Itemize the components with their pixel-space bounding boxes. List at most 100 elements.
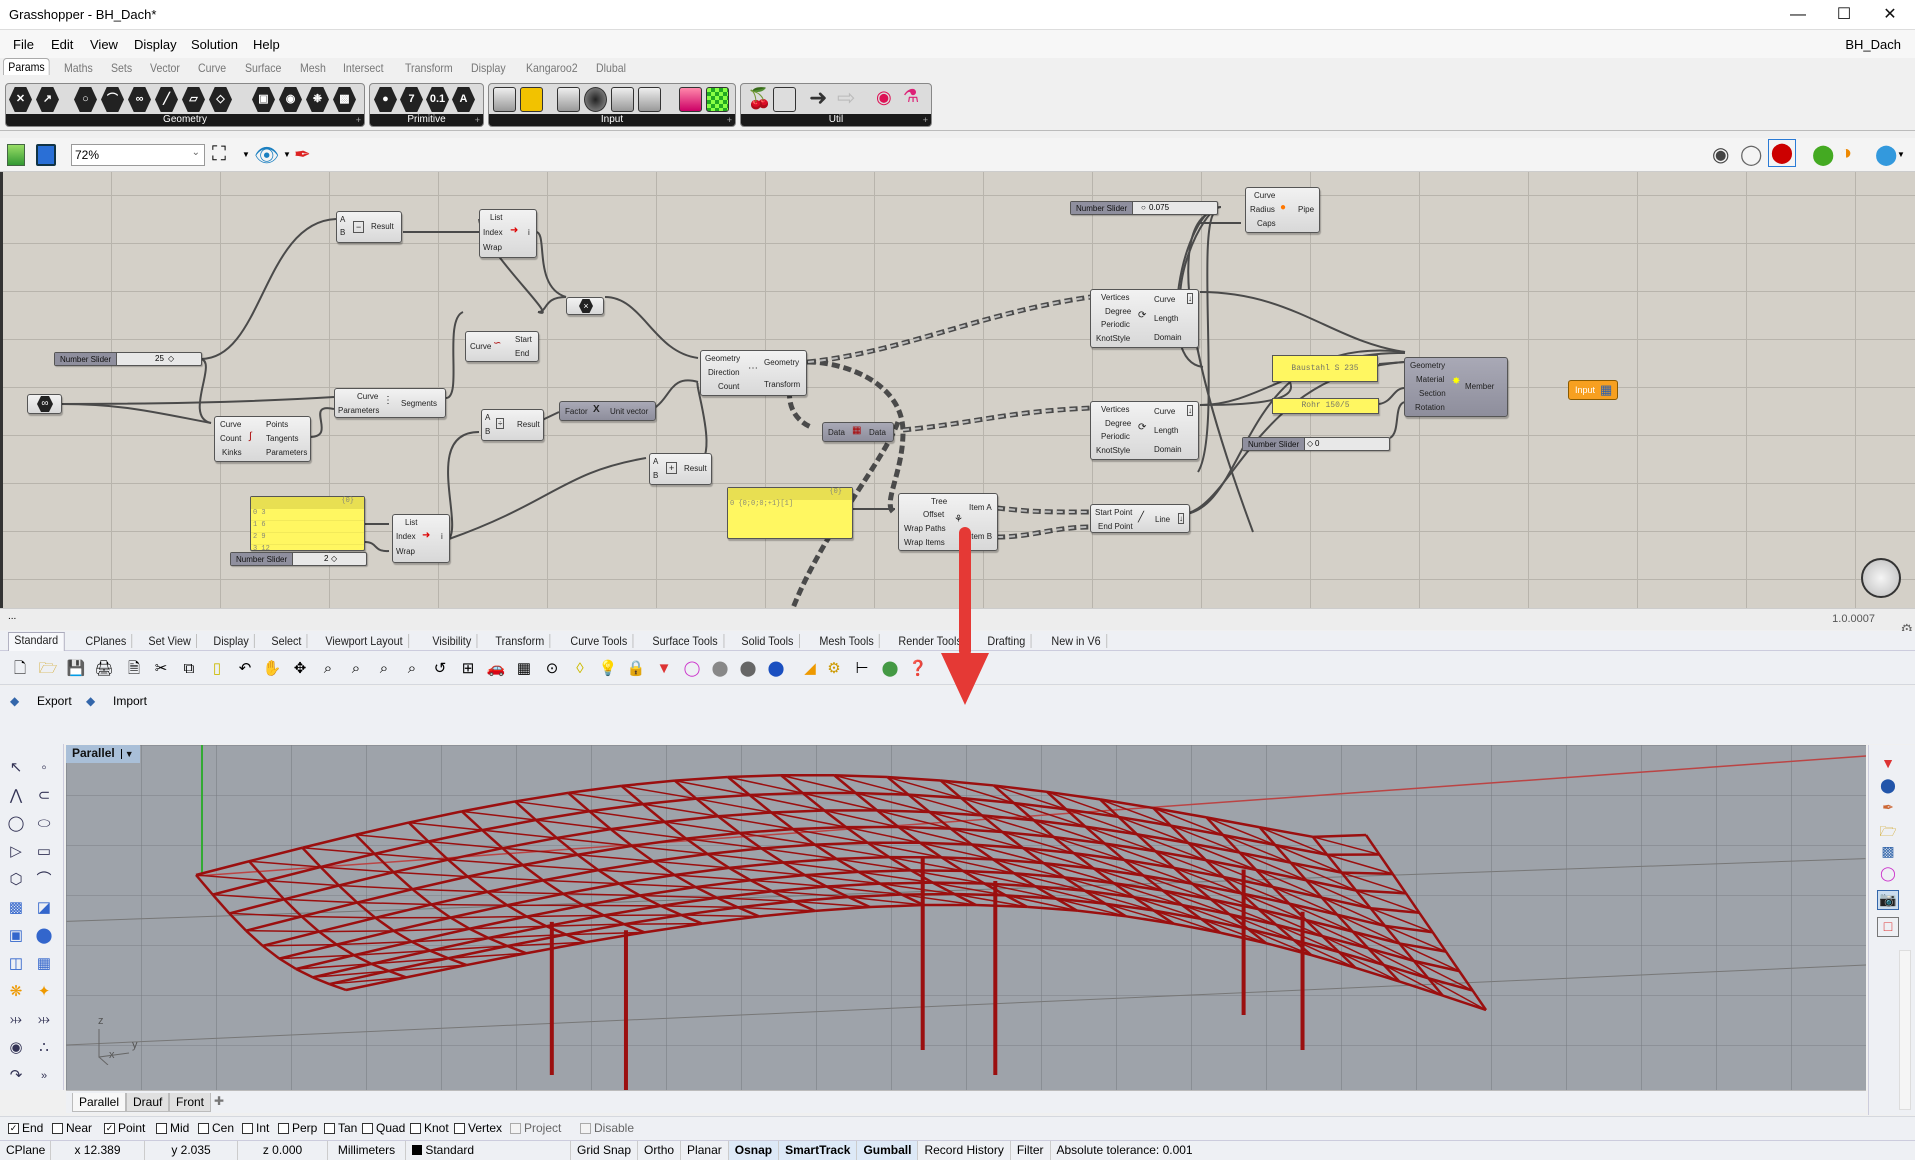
paste-icon[interactable]: ▯: [207, 659, 227, 679]
circle-icon[interactable]: ○: [74, 87, 97, 112]
osnap-end[interactable]: ✓ End: [8, 1121, 43, 1135]
import-icon[interactable]: ◆: [86, 694, 95, 708]
box-icon[interactable]: ▣: [252, 87, 275, 112]
gear-icon[interactable]: ⚙: [824, 659, 844, 679]
toggle-ortho[interactable]: Ortho: [638, 1141, 682, 1160]
rectangle-icon[interactable]: ◇: [209, 87, 232, 112]
tab-surface[interactable]: Surface: [245, 61, 281, 75]
unit-vector-component[interactable]: Factor X Unit vector: [559, 401, 656, 421]
zoom-selected-icon[interactable]: ⌕: [402, 659, 422, 679]
save-file-icon[interactable]: [36, 144, 56, 166]
rhino-tab-curve-tools[interactable]: Curve Tools: [565, 634, 634, 648]
sphere-gray-icon[interactable]: ⬤: [710, 659, 730, 679]
layer-icon[interactable]: ▼: [654, 659, 674, 679]
chevron-down-icon[interactable]: ▼: [1897, 150, 1905, 159]
toggle-record-history[interactable]: Record History: [918, 1141, 1011, 1160]
arc-icon[interactable]: ▷: [4, 840, 28, 864]
rhino-tab-transform[interactable]: Transform: [490, 634, 551, 648]
slider-grip[interactable]: ◇: [168, 354, 174, 363]
checkbox[interactable]: [242, 1122, 253, 1134]
panel-scrollbar[interactable]: [1899, 950, 1911, 1110]
number-icon[interactable]: 0.1: [426, 87, 449, 112]
more-tools-icon[interactable]: »: [32, 1064, 56, 1088]
dlubal-input-component[interactable]: Input ▦: [1568, 380, 1618, 400]
menu-solution[interactable]: Solution: [191, 37, 238, 52]
geometry-icon[interactable]: ✕: [9, 87, 32, 112]
panel-material[interactable]: Baustahl S 235: [1272, 355, 1378, 382]
preview-color-icon[interactable]: ◑: [1840, 142, 1852, 165]
libraries-icon[interactable]: ✒: [1877, 799, 1899, 819]
circle-snap-icon[interactable]: ⊙: [542, 659, 562, 679]
checkbox[interactable]: [454, 1122, 465, 1134]
graph-icon[interactable]: [520, 87, 543, 112]
osnap-perp[interactable]: Perp: [278, 1121, 317, 1135]
checkbox[interactable]: ✓: [8, 1122, 19, 1134]
linear-array-component[interactable]: Geometry Direction Count ⋯ Geometry Tran…: [700, 350, 807, 396]
osnap-point[interactable]: ✓ Point: [104, 1121, 145, 1135]
brep-icon[interactable]: ◉: [279, 87, 302, 112]
slider-grip[interactable]: ◇: [1307, 439, 1313, 448]
split-icon[interactable]: ⤔: [32, 1008, 56, 1032]
materials-icon[interactable]: ⬤: [1877, 777, 1899, 797]
flip-matrix-component[interactable]: Data ▦ Data: [822, 422, 894, 442]
zoom-extents-icon[interactable]: ⛶: [212, 143, 226, 166]
lock-icon[interactable]: 🔒: [626, 659, 646, 679]
number-slider-radius[interactable]: Number Slider ○ 0.075: [1070, 201, 1218, 215]
osnap-tan[interactable]: Tan: [324, 1121, 357, 1135]
osnap-vertex[interactable]: Vertex: [454, 1121, 502, 1135]
properties-icon[interactable]: ▼: [1877, 755, 1899, 775]
color-wheel-icon[interactable]: ◯: [682, 659, 702, 679]
cplane-label[interactable]: CPlane: [0, 1141, 51, 1160]
checkbox[interactable]: [324, 1122, 335, 1134]
pan-icon[interactable]: ✋: [262, 659, 282, 679]
point-icon[interactable]: ◦: [32, 756, 56, 780]
checkbox[interactable]: [410, 1122, 421, 1134]
expand-icon[interactable]: +: [356, 114, 361, 126]
tab-curve[interactable]: Curve: [198, 61, 226, 75]
nurbs-curve-component-2[interactable]: Vertices Degree Periodic KnotStyle ⟳ Cur…: [1090, 401, 1199, 460]
chevron-down-icon[interactable]: ▼: [283, 150, 291, 159]
open-file-icon[interactable]: [7, 144, 25, 166]
tab-params[interactable]: Params: [3, 58, 50, 75]
end-points-component[interactable]: Curve ∽ Start End: [465, 331, 539, 362]
point-icon[interactable]: ◊: [570, 659, 590, 679]
rhino-tab-surface-tools[interactable]: Surface Tools: [647, 634, 724, 648]
checkbox[interactable]: [510, 1122, 521, 1134]
sketch-pen-icon[interactable]: ✒: [294, 142, 311, 167]
divide-curve-component[interactable]: Curve Count Kinks ∫ Points Tangents Para…: [214, 416, 311, 462]
display-panel-icon[interactable]: □: [1877, 917, 1899, 937]
slider-grip[interactable]: ◇: [331, 554, 337, 563]
relay-outline-icon[interactable]: ⇨: [837, 85, 855, 111]
cherry-picker-icon[interactable]: 🍒: [747, 86, 772, 111]
rhino-tab-display[interactable]: Display: [208, 634, 256, 648]
osnap-project[interactable]: Project: [510, 1121, 561, 1135]
preview-mesh-icon[interactable]: ⬤: [1812, 142, 1834, 167]
plane-icon[interactable]: ▱: [182, 87, 205, 112]
cut-icon[interactable]: ✂: [151, 659, 171, 679]
tab-transform[interactable]: Transform: [405, 61, 453, 75]
rhino-tab-select[interactable]: Select: [266, 634, 308, 648]
grid-icon[interactable]: ▦: [514, 659, 534, 679]
group-icon[interactable]: ◉: [4, 1036, 28, 1060]
select-icon[interactable]: ↖: [4, 756, 28, 780]
toggle-icon[interactable]: [557, 87, 580, 112]
osnap-disable[interactable]: Disable: [580, 1121, 634, 1135]
arc-icon[interactable]: ⌒: [101, 87, 124, 112]
tab-intersect[interactable]: Intersect: [343, 61, 384, 75]
curve-icon[interactable]: ∞: [128, 87, 151, 112]
viewport-tab-parallel[interactable]: Parallel: [72, 1093, 127, 1112]
menu-edit[interactable]: Edit: [51, 37, 73, 52]
expand-icon[interactable]: +: [475, 114, 480, 126]
boolean-icon[interactable]: ❋: [4, 980, 28, 1004]
sphere-blue-icon[interactable]: ⬤: [766, 659, 786, 679]
toggle-planar[interactable]: Planar: [681, 1141, 729, 1160]
rhino-tab-visibility[interactable]: Visibility: [427, 634, 478, 648]
toggle-gumball[interactable]: Gumball: [857, 1141, 919, 1160]
rotate-view-icon[interactable]: ✥: [290, 659, 310, 679]
multiplication-component[interactable]: ×: [566, 297, 604, 315]
fillet-icon[interactable]: ⌒: [32, 868, 56, 892]
sphere-icon[interactable]: ⬤: [32, 924, 56, 948]
rhino-tab-solid-tools[interactable]: Solid Tools: [736, 634, 800, 648]
new-icon[interactable]: 🗋: [10, 659, 30, 679]
ungroup-icon[interactable]: ∴: [32, 1036, 56, 1060]
